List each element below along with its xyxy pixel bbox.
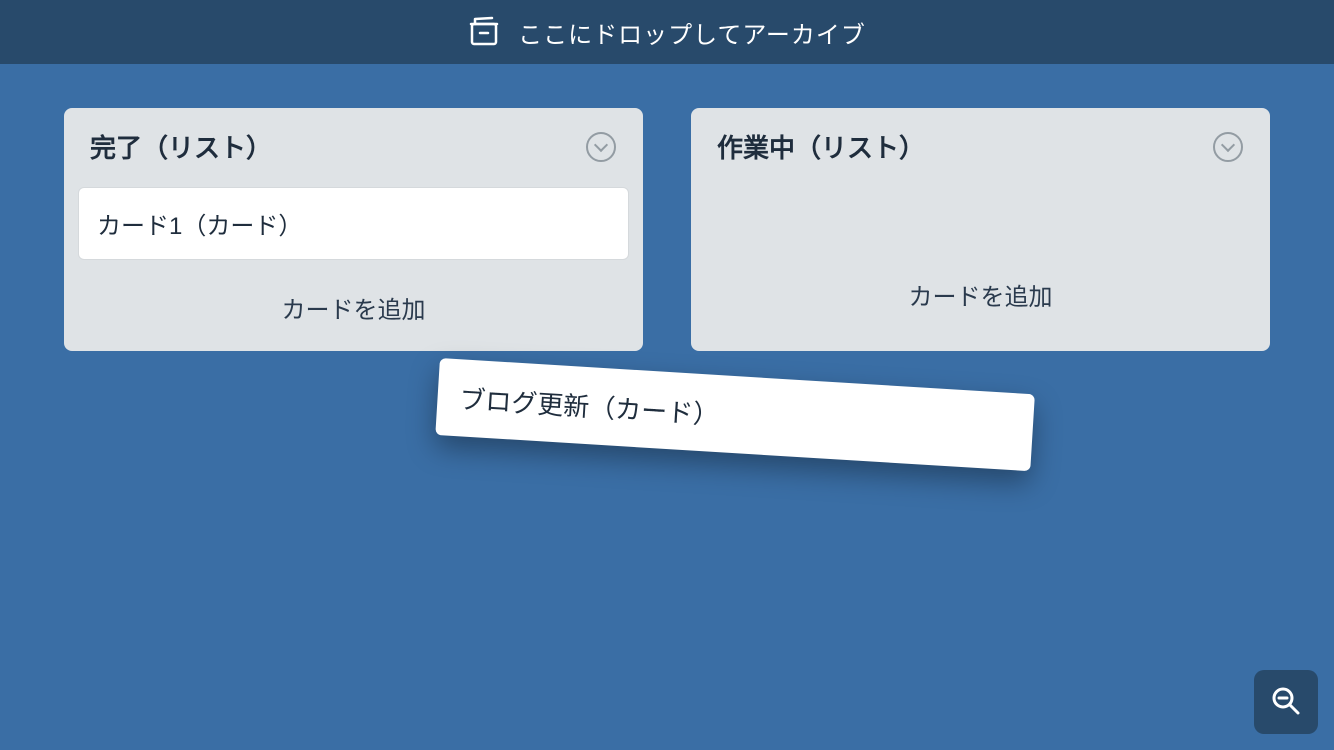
- zoom-out-icon: [1269, 684, 1303, 721]
- list-in-progress[interactable]: 作業中（リスト） カードを追加: [691, 108, 1270, 351]
- list-header: 作業中（リスト）: [703, 128, 1258, 187]
- add-card-button[interactable]: カードを追加: [76, 270, 631, 335]
- list-cards-empty: [703, 187, 1258, 257]
- list-menu-button[interactable]: [1212, 131, 1244, 163]
- board: 完了（リスト） カード1（カード） カードを追加 作業中（リスト） カードを追加: [0, 64, 1334, 395]
- list-header: 完了（リスト）: [76, 128, 631, 187]
- archive-banner-label: ここにドロップしてアーカイブ: [518, 15, 866, 50]
- add-card-button[interactable]: カードを追加: [703, 257, 1258, 322]
- archive-drop-banner[interactable]: ここにドロップしてアーカイブ: [0, 0, 1334, 64]
- chevron-down-icon: [586, 132, 616, 162]
- card-title: ブログ更新（カード）: [459, 384, 720, 430]
- archive-box-icon: [468, 16, 500, 48]
- chevron-down-icon: [1213, 132, 1243, 162]
- list-title: 作業中（リスト）: [717, 128, 925, 165]
- zoom-out-button[interactable]: [1254, 670, 1318, 734]
- card-title: カード1（カード）: [97, 213, 302, 240]
- list-title: 完了（リスト）: [90, 128, 272, 165]
- card[interactable]: カード1（カード）: [78, 187, 629, 260]
- list-done[interactable]: 完了（リスト） カード1（カード） カードを追加: [64, 108, 643, 351]
- list-menu-button[interactable]: [585, 131, 617, 163]
